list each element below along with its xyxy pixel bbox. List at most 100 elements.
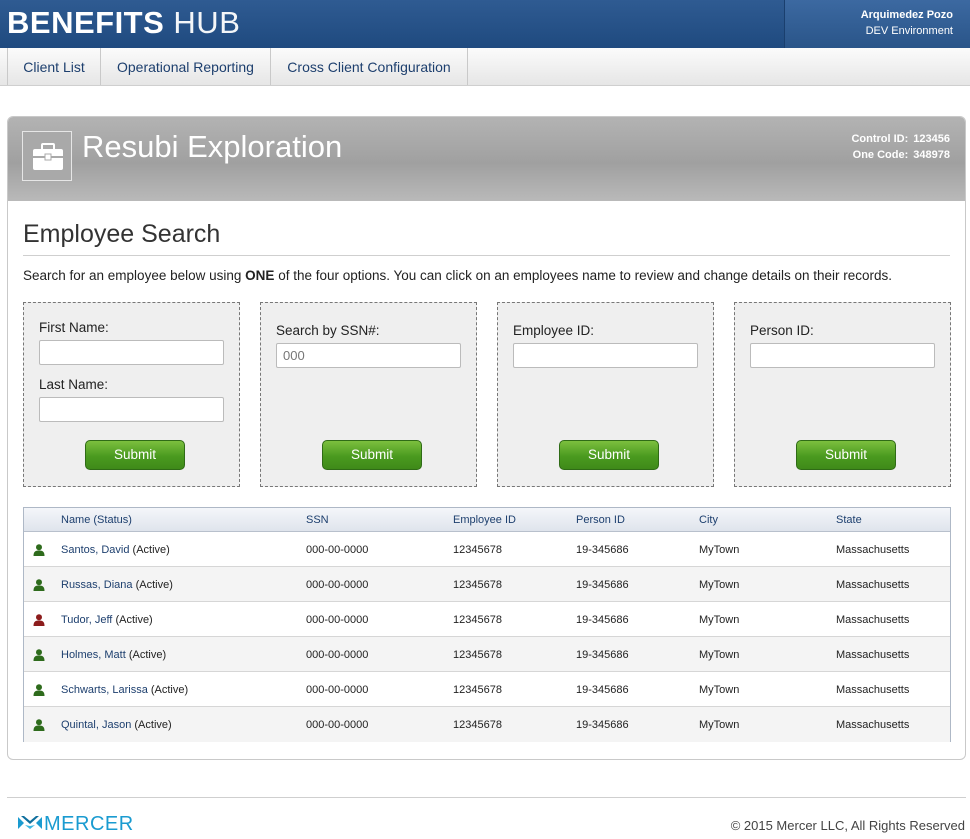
employee-name-link[interactable]: Tudor, Jeff [61, 614, 112, 626]
cell-name-status: Santos, David (Active) [61, 544, 170, 556]
cell-city: MyTown [699, 544, 740, 556]
cell-city: MyTown [699, 684, 740, 696]
employee-name-link[interactable]: Holmes, Matt [61, 649, 126, 661]
cell-name-status: Schwarts, Larissa (Active) [61, 684, 188, 696]
cell-name-status: Holmes, Matt (Active) [61, 649, 166, 661]
employee-status: (Active) [128, 649, 167, 661]
cell-employee-id: 12345678 [453, 579, 502, 591]
cell-ssn: 000-00-0000 [306, 614, 369, 626]
column-header-person-id[interactable]: Person ID [576, 514, 625, 526]
briefcase-icon [22, 131, 72, 181]
person-status-icon [33, 719, 45, 731]
control-id-value: 123456 [913, 133, 950, 145]
table-row: Tudor, Jeff (Active) 000-00-0000 12345678 1… [24, 602, 950, 637]
employee-id-submit-button[interactable]: Submit [559, 440, 659, 470]
results-table: Name (Status) SSN Employee ID Person ID … [23, 507, 951, 742]
employee-status: (Active) [115, 614, 153, 626]
cell-ssn: 000-00-0000 [306, 649, 369, 661]
name-search-box: First Name: Last Name: Submit [23, 302, 240, 487]
client-name: Resubi Exploration [82, 129, 343, 164]
control-id-label: Control ID: [851, 133, 909, 145]
cell-name-status: Russas, Diana (Active) [61, 579, 173, 591]
user-name: Arquimedez Pozo [860, 9, 953, 21]
column-header-state[interactable]: State [836, 514, 862, 526]
mercer-logo-icon [18, 815, 42, 836]
client-panel: Resubi Exploration Control ID: 123456 One… [7, 116, 966, 760]
column-header-employee-id[interactable]: Employee ID [453, 514, 516, 526]
column-header-ssn[interactable]: SSN [306, 514, 329, 526]
employee-id-search-box: Employee ID: Submit [497, 302, 714, 487]
employee-name-link[interactable]: Russas, Diana [61, 579, 133, 591]
cell-employee-id: 12345678 [453, 684, 502, 696]
cell-person-id: 19-345686 [576, 719, 629, 731]
cell-employee-id: 12345678 [453, 719, 502, 731]
table-row: Santos, David (Active) 000-00-0000 1234567… [24, 532, 950, 567]
ssn-field[interactable] [276, 343, 461, 368]
cell-ssn: 000-00-0000 [306, 579, 369, 591]
cell-person-id: 19-345686 [576, 614, 629, 626]
first-name-label: First Name: [39, 320, 109, 335]
ssn-label: Search by SSN#: [276, 323, 380, 338]
intro-text-start: Search for an employee below using [23, 268, 242, 283]
column-header-name[interactable]: Name (Status) [61, 514, 132, 526]
tab-client-list[interactable]: Client List [7, 48, 101, 85]
cell-state: Massachusetts [836, 579, 910, 591]
main-nav: Client List Operational Reporting Cross … [0, 48, 970, 86]
footer-divider [7, 797, 966, 798]
tab-operational-reporting[interactable]: Operational Reporting [101, 48, 271, 85]
one-code-label: One Code: [852, 149, 909, 161]
employee-status: (Active) [132, 544, 170, 556]
employee-id-field[interactable] [513, 343, 698, 368]
cell-employee-id: 12345678 [453, 649, 502, 661]
column-header-city[interactable]: City [699, 514, 718, 526]
employee-id-label: Employee ID: [513, 323, 595, 338]
person-id-submit-button[interactable]: Submit [796, 440, 896, 470]
table-header: Name (Status) SSN Employee ID Person ID … [24, 508, 950, 532]
employee-name-link[interactable]: Santos, David [61, 544, 129, 556]
employee-name-link[interactable]: Schwarts, Larissa [61, 684, 148, 696]
ssn-submit-button[interactable]: Submit [322, 440, 422, 470]
person-status-icon [33, 684, 45, 696]
employee-name-link[interactable]: Quintal, Jason [61, 719, 131, 731]
cell-state: Massachusetts [836, 719, 910, 731]
cell-person-id: 19-345686 [576, 579, 629, 591]
intro-text-emphasis: ONE [245, 268, 275, 283]
cell-city: MyTown [699, 579, 740, 591]
cell-person-id: 19-345686 [576, 544, 629, 556]
person-id-field[interactable] [750, 343, 935, 368]
person-status-icon [33, 614, 45, 626]
cell-ssn: 000-00-0000 [306, 544, 369, 556]
first-name-field[interactable] [39, 340, 224, 365]
cell-employee-id: 12345678 [453, 544, 502, 556]
cell-state: Massachusetts [836, 614, 910, 626]
person-status-icon [33, 544, 45, 556]
person-status-icon [33, 579, 45, 591]
name-submit-button[interactable]: Submit [85, 440, 185, 470]
brand-secondary: HUB [173, 5, 241, 40]
last-name-label: Last Name: [39, 377, 109, 392]
employee-status: (Active) [134, 719, 172, 731]
table-row: Quintal, Jason (Active) 000-00-0000 123456… [24, 707, 950, 742]
environment-label: DEV Environment [865, 25, 953, 37]
user-menu[interactable]: Arquimedez Pozo DEV Environment [784, 0, 970, 48]
cell-ssn: 000-00-0000 [306, 719, 369, 731]
tab-cross-client-configuration[interactable]: Cross Client Configuration [271, 48, 468, 85]
cell-state: Massachusetts [836, 544, 910, 556]
cell-person-id: 19-345686 [576, 649, 629, 661]
cell-city: MyTown [699, 719, 740, 731]
copyright-notice: © 2015 Mercer LLC, All Rights Reserved [730, 818, 965, 833]
one-code-value: 348978 [913, 149, 950, 161]
brand-primary: BENEFITS [7, 5, 165, 40]
search-instructions: Search for an employee below using ONE o… [23, 268, 892, 283]
app-logo[interactable]: BENEFITS HUB [7, 5, 240, 41]
mercer-logo-text: MERCER [44, 813, 134, 835]
page-title: Employee Search [23, 220, 221, 248]
employee-status: (Active) [150, 684, 189, 696]
last-name-field[interactable] [39, 397, 224, 422]
employee-status: (Active) [135, 579, 173, 591]
cell-city: MyTown [699, 649, 740, 661]
ssn-search-box: Search by SSN#: Submit [260, 302, 477, 487]
app-header: BENEFITS HUB Arquimedez Pozo DEV Environ… [0, 0, 970, 48]
cell-name-status: Quintal, Jason (Active) [61, 719, 172, 731]
cell-state: Massachusetts [836, 684, 910, 696]
